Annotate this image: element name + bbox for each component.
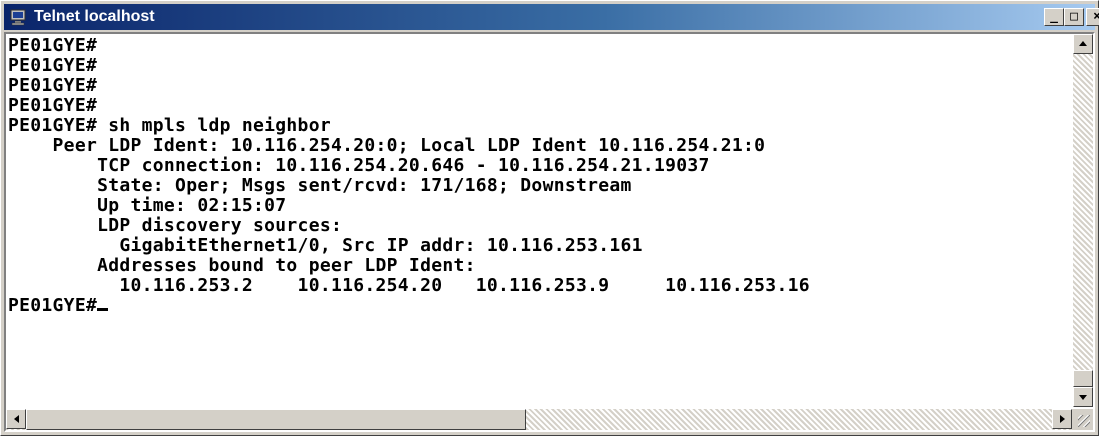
arrow-left-icon [14, 415, 19, 423]
terminal-prompt: PE01GYE# [8, 295, 98, 316]
vertical-scrollbar[interactable] [1073, 34, 1093, 407]
resize-grip[interactable] [1072, 409, 1093, 430]
text-cursor [97, 308, 109, 311]
terminal-line: PE01GYE# sh mpls ldp neighbor [8, 115, 331, 136]
terminal-line: State: Oper; Msgs sent/rcvd: 171/168; Do… [8, 175, 632, 196]
terminal-line: PE01GYE# [8, 55, 98, 76]
terminal-line: Up time: 02:15:07 [8, 195, 287, 216]
terminal-area[interactable]: PE01GYE# PE01GYE# PE01GYE# PE01GYE# PE01… [4, 32, 1095, 432]
scroll-down-button[interactable] [1073, 387, 1093, 407]
terminal-line: GigabitEthernet1/0, Src IP addr: 10.116.… [8, 235, 643, 256]
telnet-icon [10, 9, 26, 26]
minimize-button[interactable]: _ [1044, 8, 1064, 26]
terminal-line: LDP discovery sources: [8, 215, 343, 236]
arrow-down-icon [1079, 395, 1087, 400]
window-title: Telnet localhost [34, 8, 155, 25]
maximize-button[interactable]: □ [1064, 8, 1084, 26]
resize-grip-icon [1078, 415, 1090, 427]
horizontal-scroll-thumb[interactable] [26, 409, 526, 430]
vertical-scroll-thumb[interactable] [1073, 370, 1093, 387]
terminal-line: 10.116.253.2 10.116.254.20 10.116.253.9 … [8, 275, 810, 296]
scroll-left-button[interactable] [6, 409, 26, 429]
terminal-line: Addresses bound to peer LDP Ident: [8, 255, 476, 276]
close-button[interactable]: × [1086, 8, 1099, 26]
terminal-prompt-line: PE01GYE# [8, 295, 1071, 316]
telnet-window: Telnet localhost _ □ × PE01GYE# PE01GYE#… [0, 0, 1099, 436]
arrow-up-icon [1079, 41, 1087, 46]
terminal-output[interactable]: PE01GYE# PE01GYE# PE01GYE# PE01GYE# PE01… [8, 35, 1071, 403]
title-bar[interactable]: Telnet localhost _ □ × [4, 4, 1099, 30]
terminal-line: PE01GYE# [8, 35, 98, 56]
terminal-line: Peer LDP Ident: 10.116.254.20:0; Local L… [8, 135, 766, 156]
terminal-line: TCP connection: 10.116.254.20.646 - 10.1… [8, 155, 710, 176]
horizontal-scrollbar[interactable] [6, 409, 1072, 430]
terminal-line: PE01GYE# [8, 75, 98, 96]
scroll-up-button[interactable] [1073, 34, 1093, 54]
scroll-right-button[interactable] [1052, 409, 1072, 429]
arrow-right-icon [1060, 415, 1065, 423]
terminal-line: PE01GYE# [8, 95, 98, 116]
